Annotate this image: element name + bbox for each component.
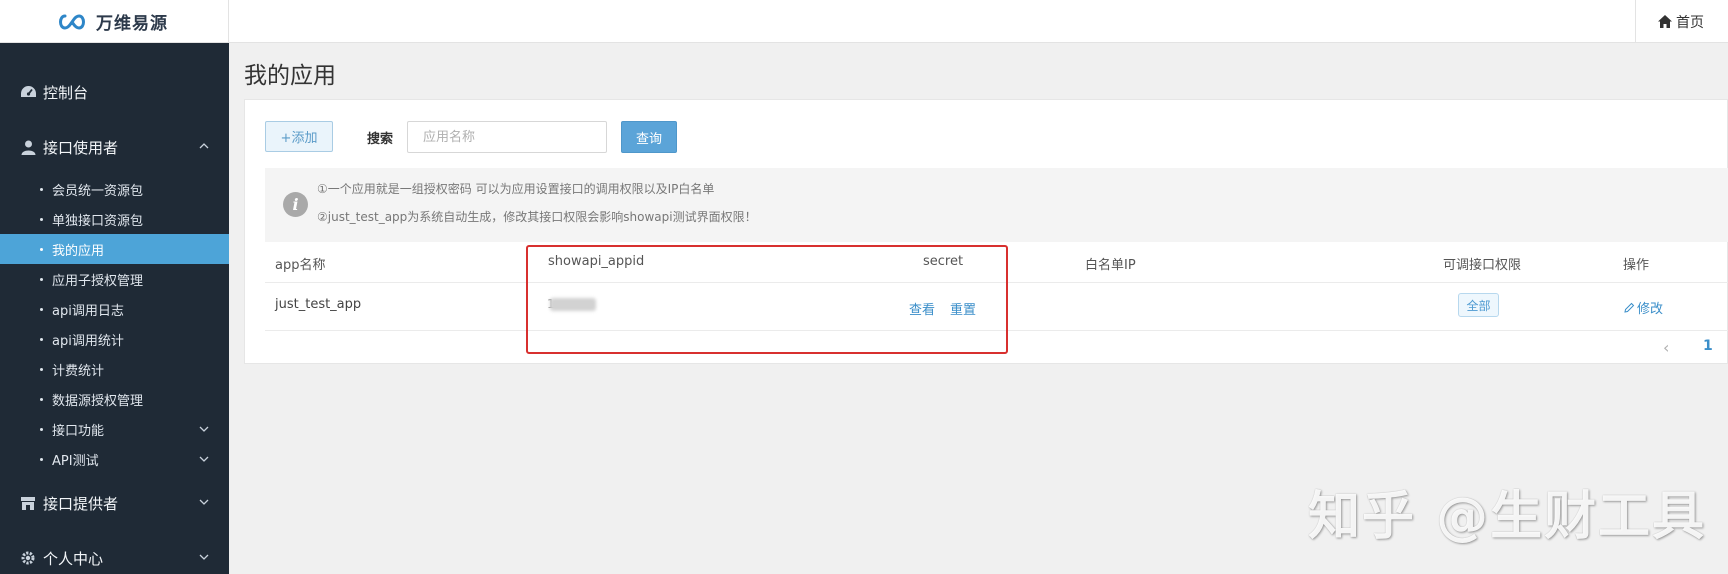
edit-icon	[1624, 302, 1635, 313]
sidebar-item-label: 会员统一资源包	[52, 183, 144, 199]
pager-page-1[interactable]: 1	[1703, 338, 1713, 354]
sidebar-item-single-package[interactable]: 单独接口资源包	[0, 204, 229, 234]
permission-badge[interactable]: 全部	[1458, 293, 1499, 317]
info-icon: i	[283, 192, 308, 217]
sidebar-item-datasource-auth[interactable]: 数据源授权管理	[0, 384, 229, 414]
watermark: 知乎 @生财工具	[1308, 487, 1707, 547]
search-label: 搜索	[367, 132, 394, 147]
sidebar-item-api-functions[interactable]: 接口功能	[0, 414, 229, 444]
home-icon	[1658, 15, 1672, 28]
sidebar-item-billing-stats[interactable]: 计费统计	[0, 354, 229, 384]
bullet	[40, 337, 43, 341]
sidebar-item-my-apps[interactable]: 我的应用	[0, 234, 229, 264]
sidebar-item-sub-auth[interactable]: 应用子授权管理	[0, 264, 229, 294]
sidebar-item-label: 数据源授权管理	[52, 393, 144, 409]
highlight-annotation	[526, 245, 1008, 354]
user-icon	[19, 138, 37, 156]
logo-text: 万维易源	[96, 14, 168, 34]
sidebar-item-label: 计费统计	[52, 363, 105, 379]
gear-icon	[19, 549, 37, 567]
bullet	[40, 247, 43, 251]
column-header-whitelist-ip: 白名单IP	[1085, 258, 1136, 273]
bullet	[40, 367, 43, 371]
column-header-actions: 操作	[1623, 258, 1650, 273]
edit-label: 修改	[1637, 302, 1664, 317]
sidebar-item-api-stats[interactable]: api调用统计	[0, 324, 229, 354]
search-input[interactable]	[407, 121, 607, 153]
logo-icon	[59, 13, 85, 30]
bullet	[40, 427, 43, 431]
sidebar-group-personal[interactable]: 个人中心	[0, 538, 229, 574]
sidebar-item-label: 我的应用	[52, 243, 105, 259]
notice-line-1: ①一个应用就是一组授权密码 可以为应用设置接口的调用权限以及IP白名单	[317, 182, 715, 196]
home-link[interactable]: 首页	[1635, 0, 1728, 43]
sidebar-item-label: api调用日志	[52, 303, 124, 319]
page-title: 我的应用	[244, 63, 336, 89]
sidebar-item-label: API测试	[52, 453, 99, 469]
sidebar-item-api-log[interactable]: api调用日志	[0, 294, 229, 324]
chevron-down-icon	[199, 456, 209, 462]
chevron-down-icon	[199, 426, 209, 432]
bullet	[40, 397, 43, 401]
top-bar: 万维易源 首页	[0, 0, 1728, 43]
sidebar-item-api-test[interactable]: API测试	[0, 444, 229, 474]
dashboard-icon	[19, 83, 37, 101]
bullet	[40, 457, 43, 461]
sidebar-group-label: 个人中心	[43, 549, 104, 568]
chevron-down-icon	[199, 499, 209, 505]
sidebar: 控制台 接口使用者 会员统一资源包 单独接口资源包 我的应用 应用子授权管理 a…	[0, 43, 229, 574]
chevron-down-icon	[199, 554, 209, 560]
bullet	[40, 277, 43, 281]
sidebar-group-label: 接口使用者	[43, 138, 119, 157]
sidebar-item-label: 单独接口资源包	[52, 213, 144, 229]
pager-prev-button[interactable]: ‹	[1663, 338, 1669, 357]
home-label: 首页	[1676, 14, 1704, 31]
sidebar-item-label: api调用统计	[52, 333, 124, 349]
sidebar-item-label: 应用子授权管理	[52, 273, 144, 289]
bullet	[40, 217, 43, 221]
add-app-button[interactable]: +添加	[265, 121, 333, 152]
notice-box: i ①一个应用就是一组授权密码 可以为应用设置接口的调用权限以及IP白名单 ②j…	[265, 168, 1728, 242]
sidebar-item-member-package[interactable]: 会员统一资源包	[0, 174, 229, 204]
sidebar-group-api-provider[interactable]: 接口提供者	[0, 483, 229, 523]
sidebar-group-label: 接口提供者	[43, 494, 119, 513]
column-header-permissions: 可调接口权限	[1443, 258, 1522, 273]
sidebar-group-api-user[interactable]: 接口使用者	[0, 127, 229, 167]
cell-app-name: just_test_app	[275, 297, 362, 312]
sidebar-item-label: 接口功能	[52, 423, 105, 439]
sidebar-group-dashboard[interactable]: 控制台	[0, 72, 229, 112]
chevron-up-icon	[199, 143, 209, 149]
bullet	[40, 307, 43, 311]
query-button[interactable]: 查询	[621, 121, 677, 153]
notice-line-2: ②just_test_app为系统自动生成，修改其接口权限会影响showapi测…	[317, 210, 757, 224]
sidebar-group-label: 控制台	[43, 83, 89, 102]
bullet	[40, 187, 43, 191]
edit-link[interactable]: 修改	[1624, 298, 1663, 317]
store-icon	[19, 494, 37, 512]
logo[interactable]: 万维易源	[0, 0, 229, 43]
column-header-app-name: app名称	[275, 258, 326, 273]
